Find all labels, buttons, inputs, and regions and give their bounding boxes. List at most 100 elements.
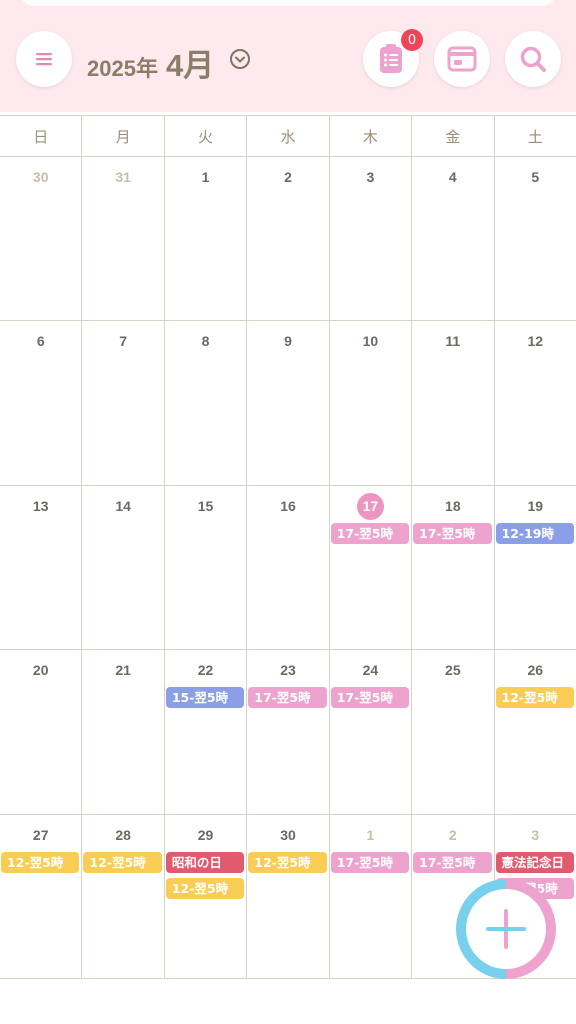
day-number: 8 [201, 333, 210, 350]
event-chip[interactable]: 憲法記念日 [495, 851, 574, 873]
day-number: 10 [362, 333, 379, 350]
day-cell[interactable]: 4 [412, 157, 495, 321]
day-cell[interactable]: 25 [412, 650, 495, 814]
day-number: 25 [445, 662, 461, 679]
day-cell[interactable]: 13 [0, 485, 83, 650]
event-chip[interactable]: 12-翌5時 [248, 851, 327, 873]
day-number: 11 [445, 333, 461, 350]
notification-badge: 0 [401, 29, 423, 51]
day-cell[interactable]: 27 12-翌5時 [0, 814, 83, 978]
day-cell[interactable]: 29 昭和の日 12-翌5時 [165, 814, 248, 978]
day-cell[interactable]: 10 [330, 321, 413, 485]
day-cell[interactable]: 17 17-翌5時 [330, 485, 413, 650]
day-cell[interactable]: 30 12-翌5時 [247, 814, 330, 978]
day-number: 4 [448, 169, 457, 185]
day-number: 7 [119, 333, 128, 350]
day-cell[interactable]: 19 12-19時 [495, 486, 576, 649]
weekday-header: 日 月 火 水 木 金 土 [0, 115, 576, 157]
event-chip[interactable]: 17-翌5時 [413, 522, 492, 544]
day-number: 1 [201, 169, 210, 185]
header-top-tab [20, 0, 556, 6]
day-cell[interactable]: 18 17-翌5時 [412, 485, 495, 650]
day-cell[interactable]: 15 [165, 485, 248, 650]
event-chip[interactable]: 17-翌5時 [413, 851, 492, 873]
day-cell[interactable]: 14 [82, 485, 165, 650]
day-cell[interactable]: 2 [247, 157, 330, 321]
menu-button[interactable] [16, 31, 72, 87]
day-cell[interactable]: 16 [247, 485, 330, 650]
menu-icon [36, 53, 52, 66]
event-chip[interactable]: 12-19時 [495, 522, 574, 544]
day-number: 9 [284, 333, 292, 350]
plus-icon [486, 909, 526, 949]
day-number: 15 [197, 497, 214, 514]
day-cell[interactable]: 8 [165, 321, 248, 485]
week-row: 20 21 22 15-翌5時 23 17-翌5時 24 17-翌5時 25 26 12-翌5時 [0, 650, 576, 815]
day-number: 27 [32, 826, 49, 843]
event-chip[interactable]: 12-翌5時 [83, 851, 162, 873]
weekday-label: 日 [0, 116, 83, 156]
search-icon [520, 46, 546, 72]
day-number: 5 [531, 169, 540, 185]
day-number: 13 [32, 497, 49, 514]
day-number: 12 [527, 333, 544, 350]
event-chip[interactable]: 17-翌5時 [330, 851, 410, 873]
day-cell[interactable]: 20 [0, 650, 83, 814]
event-chip[interactable]: 17-翌5時 [330, 522, 410, 544]
event-chip[interactable]: 15-翌5時 [165, 687, 245, 709]
day-cell[interactable]: 23 17-翌5時 [247, 650, 330, 814]
calendar-icon [447, 46, 477, 72]
calendar-view-button[interactable] [434, 31, 490, 87]
day-cell[interactable]: 12 [495, 321, 576, 484]
day-cell[interactable]: 26 12-翌5時 [495, 650, 576, 813]
chevron-down-icon[interactable] [229, 48, 251, 70]
day-cell[interactable]: 30 [0, 157, 83, 321]
day-number: 26 [527, 662, 544, 679]
day-cell[interactable]: 7 [82, 321, 165, 485]
day-cell[interactable]: 6 [0, 321, 83, 485]
day-cell[interactable]: 11 [412, 321, 495, 485]
week-row: 6 7 8 9 10 11 12 [0, 321, 576, 486]
event-chip[interactable]: 12-翌5時 [165, 877, 245, 899]
day-cell[interactable]: 1 17-翌5時 [330, 814, 413, 978]
year-label: 2025年 [87, 56, 158, 81]
event-chip[interactable]: 17-翌5時 [248, 687, 327, 709]
event-list-button[interactable]: 0 [363, 29, 423, 87]
day-number: 19 [527, 497, 544, 514]
day-number: 30 [32, 169, 49, 185]
weekday-label: 木 [330, 116, 413, 156]
day-number: 2 [284, 169, 292, 185]
day-cell[interactable]: 22 15-翌5時 [165, 650, 248, 814]
day-number: 21 [115, 662, 131, 679]
event-chip[interactable]: 昭和の日 [165, 851, 245, 873]
day-cell[interactable]: 21 [82, 650, 165, 814]
day-cell[interactable]: 1 [165, 157, 248, 321]
search-button[interactable] [505, 31, 561, 87]
calendar-grid: 30 31 1 2 3 4 5 6 7 8 9 10 11 12 13 14 15 16 17 17-翌5時 18 17-… [0, 157, 576, 979]
day-number: 30 [280, 826, 296, 843]
weekday-label: 金 [412, 116, 495, 156]
day-cell[interactable]: 31 [82, 157, 165, 321]
add-event-button[interactable] [456, 879, 556, 979]
event-chip[interactable]: 12-翌5時 [1, 851, 80, 873]
weekday-label: 水 [247, 116, 330, 156]
day-number: 28 [115, 826, 131, 843]
day-number: 6 [36, 333, 45, 350]
weekday-label: 火 [165, 116, 248, 156]
day-cell[interactable]: 3 [330, 157, 413, 321]
add-event-button-inner [466, 889, 546, 969]
event-chip[interactable]: 17-翌5時 [330, 687, 410, 709]
month-title[interactable]: 2025年 4月 [87, 40, 214, 83]
event-chip[interactable]: 12-翌5時 [495, 687, 574, 709]
day-number: 23 [280, 662, 296, 679]
day-cell[interactable]: 9 [247, 321, 330, 485]
day-number: 16 [280, 497, 296, 514]
day-cell[interactable]: 24 17-翌5時 [330, 650, 413, 814]
week-row: 30 31 1 2 3 4 5 [0, 157, 576, 322]
app-header: 2025年 4月 0 [0, 0, 576, 112]
day-cell[interactable]: 5 [495, 157, 576, 320]
today-marker: 17 [330, 492, 411, 520]
weekday-label: 土 [527, 127, 543, 146]
day-cell[interactable]: 28 12-翌5時 [82, 814, 165, 978]
day-number: 2 [448, 826, 457, 843]
